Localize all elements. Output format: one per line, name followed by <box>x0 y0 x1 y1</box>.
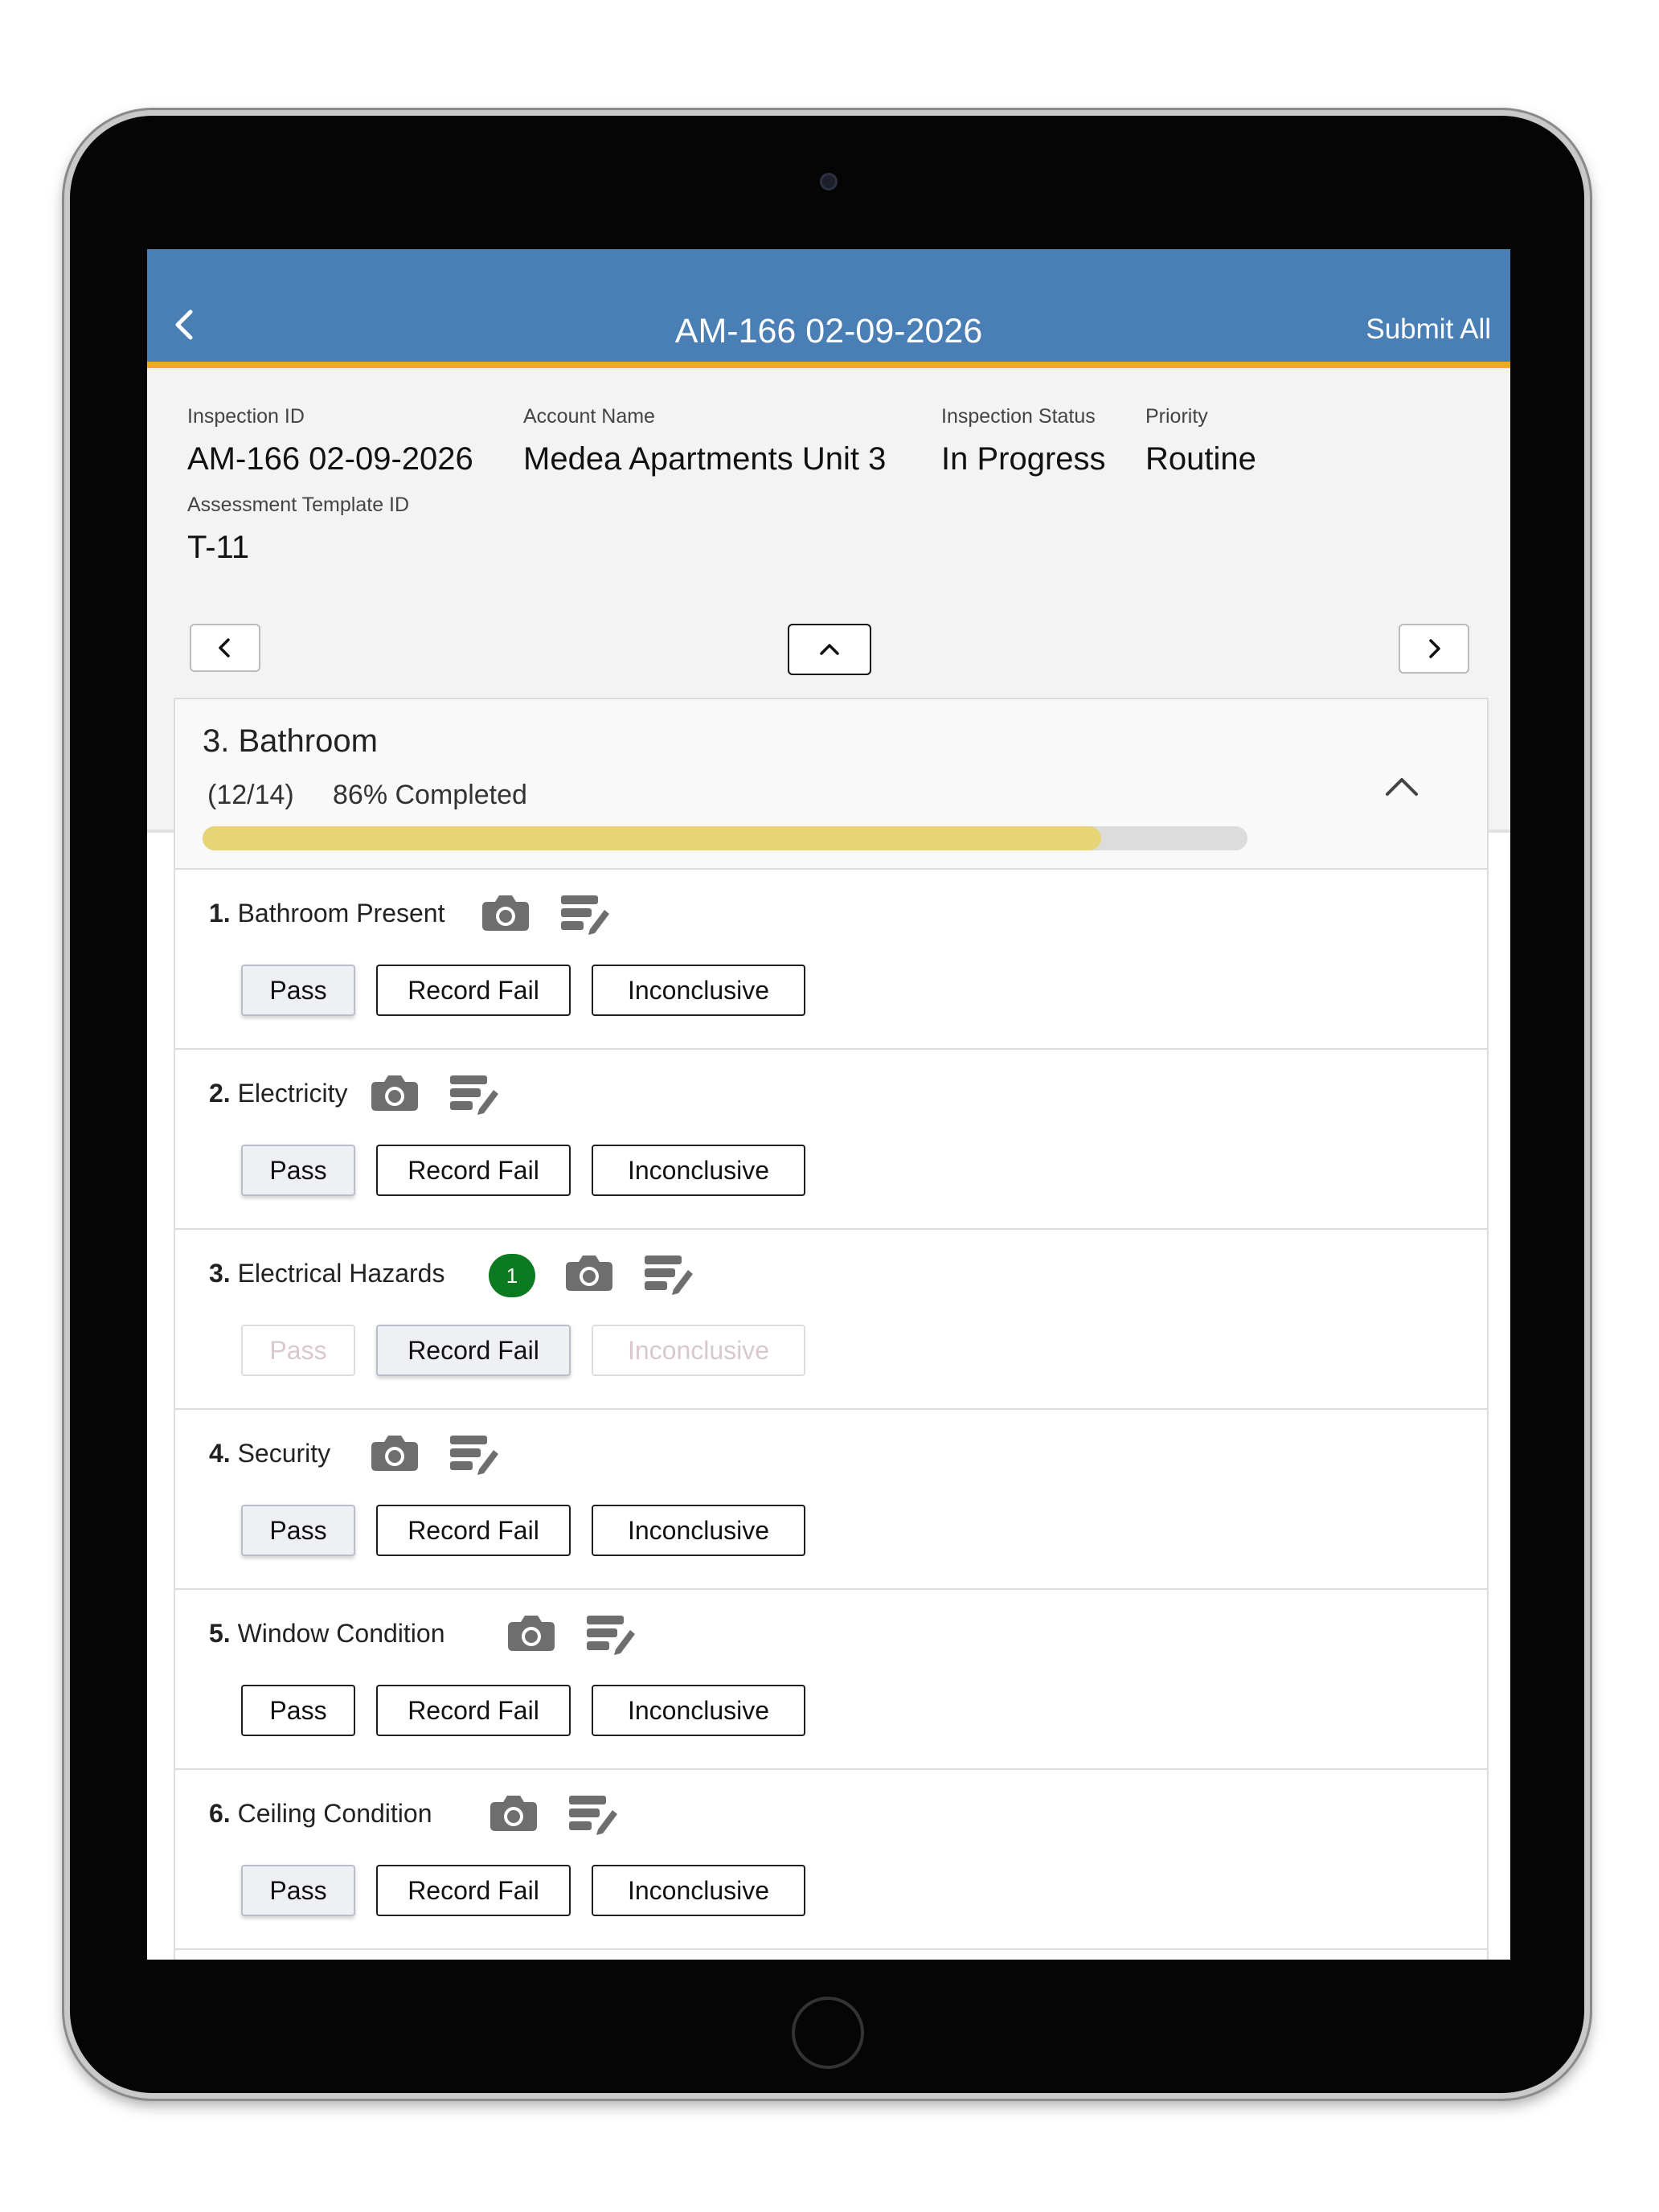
inconclusive-button[interactable]: Inconclusive <box>592 1505 805 1556</box>
camera-icon[interactable] <box>368 1072 421 1116</box>
inconclusive-button[interactable]: Inconclusive <box>592 1325 805 1376</box>
chevron-up-icon[interactable] <box>1381 767 1423 809</box>
pass-button[interactable]: Pass <box>241 1325 355 1376</box>
chevron-right-icon <box>1429 639 1440 658</box>
inspection-item-label: 3. Electrical Hazards <box>209 1259 444 1288</box>
record-fail-button[interactable]: Record Fail <box>376 1325 571 1376</box>
notes-edit-icon[interactable] <box>447 1432 500 1479</box>
inconclusive-button[interactable]: Inconclusive <box>592 1865 805 1916</box>
camera-icon[interactable] <box>563 1252 616 1296</box>
record-fail-button[interactable]: Record Fail <box>376 1865 571 1916</box>
camera-icon[interactable] <box>479 892 532 936</box>
scroll-top-button[interactable] <box>788 624 871 675</box>
chevron-up-icon <box>820 644 839 655</box>
priority-label: Priority <box>1145 405 1208 428</box>
section-progress-count: (12/14) <box>207 780 294 810</box>
inspection-item-label: 5. Window Condition <box>209 1619 444 1649</box>
home-button[interactable] <box>792 1997 864 2069</box>
item-title: Ceiling Condition <box>237 1799 432 1828</box>
pass-button[interactable]: Pass <box>241 1145 355 1196</box>
section-progress-text: 86% Completed <box>333 780 527 810</box>
item-title: Electrical Hazards <box>237 1259 445 1288</box>
inspection-id-field: Inspection ID AM-166 02-09-2026 <box>187 405 473 477</box>
progress-bar-fill <box>203 826 1101 850</box>
section-card: 3. Bathroom (12/14) 86% Completed 1. Bat… <box>174 698 1489 1960</box>
page-title: AM-166 02-09-2026 <box>674 312 983 350</box>
inspection-item: 3. Electrical Hazards 1 Pass Record Fail In… <box>175 1230 1487 1410</box>
chevron-left-icon <box>219 638 230 657</box>
app-screen: AM-166 02-09-2026 Submit All Inspection … <box>147 249 1510 1960</box>
notes-edit-icon[interactable] <box>584 1612 637 1659</box>
previous-section-button[interactable] <box>190 624 260 672</box>
item-number: 1. <box>209 899 231 928</box>
account-name-value: Medea Apartments Unit 3 <box>523 441 887 477</box>
section-title: 3. Bathroom <box>203 723 378 759</box>
template-id-field: Assessment Template ID T-11 <box>187 494 409 566</box>
inspection-item-label: 6. Ceiling Condition <box>209 1799 432 1829</box>
notes-edit-icon[interactable] <box>447 1072 500 1119</box>
inspection-id-label: Inspection ID <box>187 405 305 428</box>
record-fail-button[interactable]: Record Fail <box>376 1685 571 1736</box>
inspection-item-label: 2. Electricity <box>209 1079 347 1108</box>
item-number: 2. <box>209 1079 231 1108</box>
priority-value: Routine <box>1145 441 1256 477</box>
pass-button[interactable]: Pass <box>241 1505 355 1556</box>
camera-icon[interactable] <box>368 1432 421 1476</box>
inconclusive-button[interactable]: Inconclusive <box>592 1685 805 1736</box>
inspection-status-field: Inspection Status In Progress <box>941 405 1106 477</box>
section-header[interactable]: 3. Bathroom (12/14) 86% Completed <box>175 699 1487 870</box>
template-id-label: Assessment Template ID <box>187 494 410 516</box>
fail-count-badge: 1 <box>489 1254 535 1297</box>
submit-all-button[interactable]: Submit All <box>1366 313 1491 346</box>
camera-icon[interactable] <box>487 1792 540 1836</box>
template-id-value: T-11 <box>187 530 250 565</box>
inspection-item: 1. Bathroom Present Pass Record Fail Incon… <box>175 870 1487 1050</box>
item-number: 4. <box>209 1439 231 1468</box>
progress-bar <box>203 826 1247 850</box>
item-title: Security <box>237 1439 331 1468</box>
record-fail-button[interactable]: Record Fail <box>376 1145 571 1196</box>
item-title: Window Condition <box>237 1619 445 1648</box>
item-title: Bathroom Present <box>237 899 445 928</box>
account-name-field: Account Name Medea Apartments Unit 3 <box>523 405 886 477</box>
notes-edit-icon[interactable] <box>566 1792 619 1839</box>
record-fail-button[interactable]: Record Fail <box>376 1505 571 1556</box>
pass-button[interactable]: Pass <box>241 1865 355 1916</box>
inspection-status-value: In Progress <box>941 441 1106 477</box>
item-number: 3. <box>209 1259 231 1288</box>
account-name-label: Account Name <box>523 405 655 428</box>
inconclusive-button[interactable]: Inconclusive <box>592 965 805 1016</box>
notes-edit-icon[interactable] <box>641 1252 694 1299</box>
inspection-id-value: AM-166 02-09-2026 <box>187 441 473 477</box>
record-fail-button[interactable]: Record Fail <box>376 965 571 1016</box>
item-title: Electricity <box>237 1079 348 1108</box>
item-number: 6. <box>209 1799 231 1828</box>
next-section-button[interactable] <box>1399 624 1469 674</box>
priority-field: Priority Routine <box>1145 405 1256 477</box>
inspection-item: 4. Security Pass Record Fail Inconclusive <box>175 1410 1487 1590</box>
app-header: AM-166 02-09-2026 Submit All <box>147 249 1510 368</box>
pass-button[interactable]: Pass <box>241 1685 355 1736</box>
front-camera <box>820 173 838 190</box>
inspection-item: 5. Window Condition Pass Record Fail Incon… <box>175 1590 1487 1770</box>
inspection-item: 2. Electricity Pass Record Fail Inconclusi… <box>175 1050 1487 1230</box>
inspection-item-label: 4. Security <box>209 1439 330 1469</box>
inconclusive-button[interactable]: Inconclusive <box>592 1145 805 1196</box>
inspection-status-label: Inspection Status <box>941 405 1096 428</box>
camera-icon[interactable] <box>505 1612 558 1656</box>
notes-edit-icon[interactable] <box>558 892 611 939</box>
item-number: 5. <box>209 1619 231 1648</box>
inspection-item-label: 1. Bathroom Present <box>209 899 444 928</box>
inspection-item: 6. Ceiling Condition Pass Record Fail Inco… <box>175 1770 1487 1950</box>
pass-button[interactable]: Pass <box>241 965 355 1016</box>
